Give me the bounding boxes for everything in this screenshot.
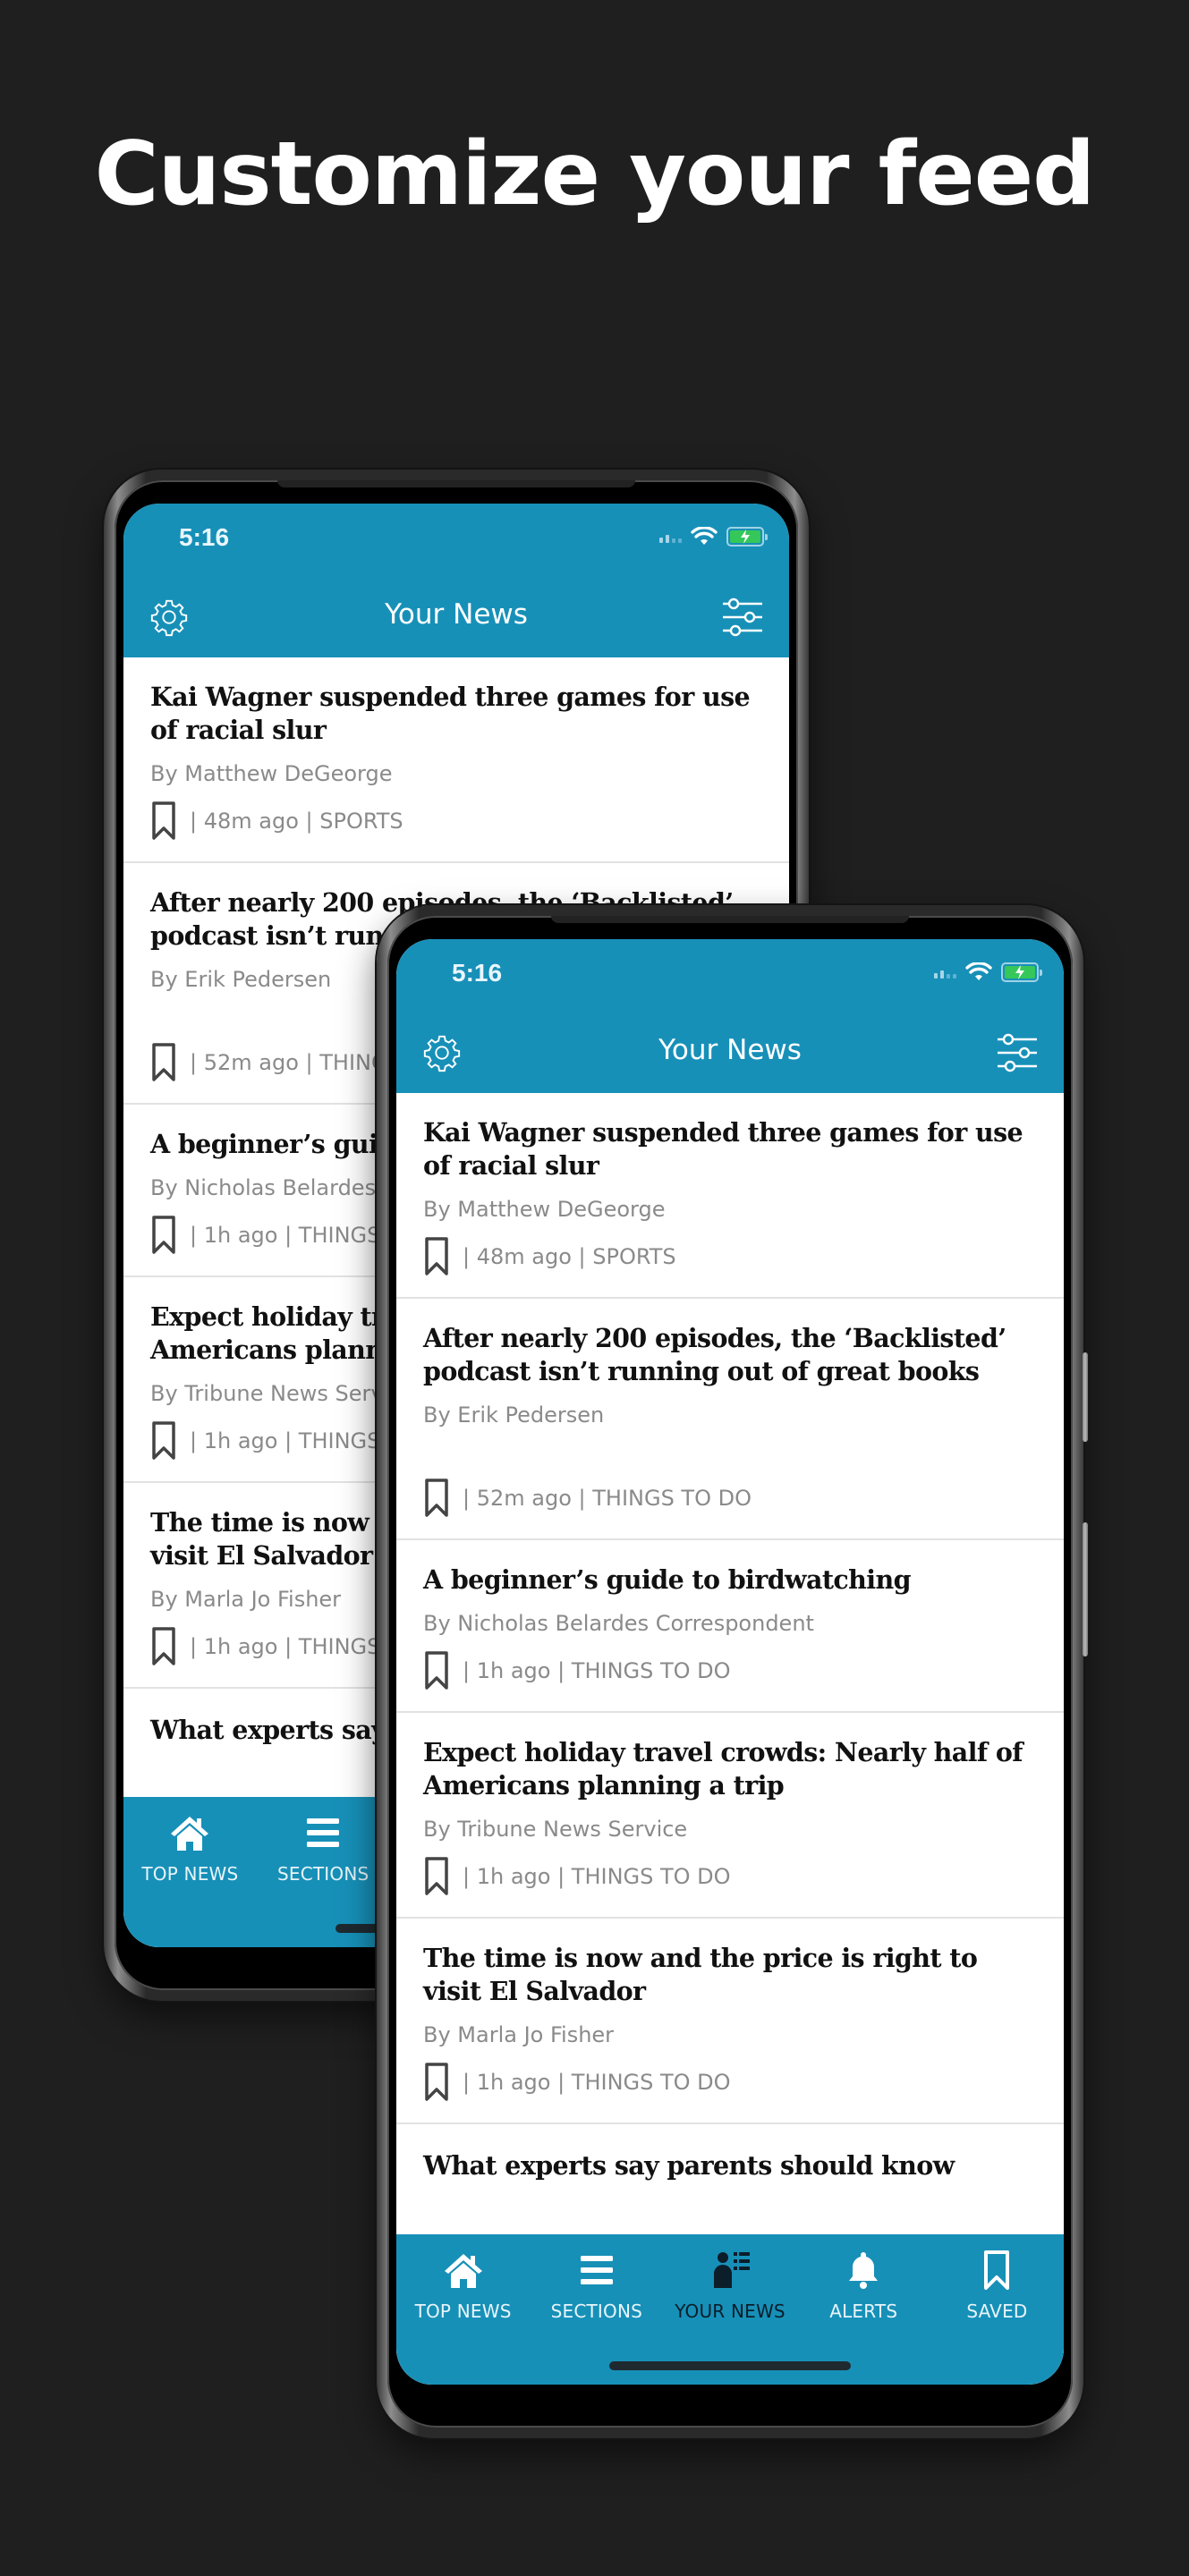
app-header: 5:16 Your News	[123, 504, 789, 657]
article-title[interactable]: Kai Wagner suspended three games for use…	[423, 1116, 1037, 1182]
tab-label: SECTIONS	[276, 1863, 369, 1885]
article-item[interactable]: After nearly 200 episodes, the ‘Backlist…	[396, 1299, 1064, 1540]
tab-label: SECTIONS	[550, 2301, 643, 2322]
nav-bar: Your News	[396, 1021, 1064, 1084]
bookmark-icon[interactable]	[423, 1650, 450, 1691]
tab-label: ALERTS	[829, 2301, 898, 2322]
article-time-section: | 48m ago | SPORTS	[463, 1244, 676, 1269]
header-title: Your News	[385, 598, 528, 631]
home-indicator	[609, 2361, 851, 2370]
tab-top-news[interactable]: TOP NEWS	[396, 2249, 530, 2322]
bookmark-icon[interactable]	[423, 1856, 450, 1897]
article-title[interactable]: What experts say parents should know	[423, 2149, 1037, 2182]
tab-label: TOP NEWS	[414, 2301, 512, 2322]
battery-charging-icon	[726, 527, 768, 547]
article-meta: | 1h ago | THINGS TO DO	[423, 1650, 1037, 1691]
article-meta: | 48m ago | SPORTS	[150, 801, 762, 842]
status-time: 5:16	[179, 523, 230, 551]
article-title[interactable]: The time is now and the price is right t…	[423, 1942, 1037, 2008]
battery-charging-icon	[1001, 962, 1042, 982]
article-byline: By Tribune News Service	[423, 1817, 688, 1842]
article-title[interactable]: Kai Wagner suspended three games for use…	[150, 681, 762, 747]
article-byline: By Matthew DeGeorge	[423, 1197, 666, 1222]
tab-label: YOUR NEWS	[675, 2301, 786, 2322]
app-header: 5:16 Your News	[396, 939, 1064, 1093]
article-time-section: | 1h ago | THINGS TO DO	[463, 1658, 731, 1683]
nav-bar: Your News	[123, 586, 789, 648]
header-title: Your News	[658, 1034, 802, 1066]
bookmark-icon[interactable]	[150, 801, 177, 842]
tab-top-news[interactable]: TOP NEWS	[123, 1811, 257, 1885]
article-item[interactable]: What experts say parents should know	[396, 2124, 1064, 2202]
power-button	[1083, 1522, 1088, 1657]
article-byline: By Erik Pedersen	[423, 1402, 605, 1428]
tab-label: SAVED	[966, 2301, 1028, 2322]
phone-mockup-front: 5:16 Your News Kai Wagner suspended thre…	[377, 905, 1088, 2438]
bell-icon	[849, 2252, 879, 2289]
article-item[interactable]: Kai Wagner suspended three games for use…	[123, 657, 789, 863]
article-item[interactable]: Expect holiday travel crowds: Nearly hal…	[396, 1713, 1064, 1919]
wifi-icon	[965, 962, 992, 980]
menu-icon	[307, 1818, 340, 1847]
bookmark-icon[interactable]	[150, 1626, 177, 1667]
status-icons	[934, 962, 1042, 982]
bookmark-icon[interactable]	[423, 2062, 450, 2103]
article-byline: By Matthew DeGeorge	[150, 761, 393, 786]
sliders-icon[interactable]	[721, 597, 764, 638]
home-icon	[444, 2254, 482, 2288]
article-meta: | 48m ago | SPORTS	[423, 1236, 1037, 1277]
cellular-signal-icon	[934, 966, 956, 979]
article-meta: | 52m ago | THINGS TO DO	[423, 1478, 1037, 1519]
article-meta: | 1h ago | THINGS TO DO	[423, 2062, 1037, 2103]
bookmark-icon[interactable]	[150, 1042, 177, 1083]
status-icons	[659, 527, 768, 547]
cellular-signal-icon	[659, 530, 682, 543]
tab-sections[interactable]: SECTIONS	[257, 1811, 390, 1885]
promo-headline: Customize your feed	[94, 123, 1096, 225]
article-time-section: | 1h ago | THINGS TO DO	[463, 2070, 731, 2095]
article-time-section: | 48m ago | SPORTS	[190, 809, 403, 834]
person-list-icon	[714, 2252, 750, 2288]
sliders-icon[interactable]	[996, 1032, 1039, 1073]
article-title[interactable]: After nearly 200 episodes, the ‘Backlist…	[423, 1322, 1037, 1388]
bookmark-icon[interactable]	[150, 1215, 177, 1256]
tab-label: TOP NEWS	[141, 1863, 239, 1885]
bookmark-icon	[984, 2250, 1010, 2290]
article-time-section: | 1h ago | THINGS TO DO	[463, 1864, 731, 1889]
phone-earpiece	[551, 916, 909, 923]
wifi-icon	[691, 527, 718, 545]
article-item[interactable]: A beginner’s guide to birdwatching By Ni…	[396, 1540, 1064, 1713]
menu-icon	[580, 2256, 613, 2284]
article-item[interactable]: The time is now and the price is right t…	[396, 1919, 1064, 2124]
volume-button	[1083, 1352, 1088, 1442]
article-byline: By Nicholas Belardes Correspondent	[423, 1611, 814, 1636]
phone-earpiece	[277, 480, 635, 487]
status-time: 5:16	[452, 959, 503, 987]
article-title[interactable]: Expect holiday travel crowds: Nearly hal…	[423, 1736, 1037, 1802]
article-item[interactable]: Kai Wagner suspended three games for use…	[396, 1093, 1064, 1299]
bookmark-icon[interactable]	[423, 1236, 450, 1277]
bottom-tab-bar: TOP NEWS SECTIONS YOUR NEWS ALERTS SAVED	[396, 2234, 1064, 2385]
app-screen: 5:16 Your News Kai Wagner suspended thre…	[396, 939, 1064, 2385]
article-time-section: | 52m ago | THINGS TO DO	[463, 1486, 752, 1511]
article-byline: By Marla Jo Fisher	[423, 2022, 615, 2047]
bookmark-icon[interactable]	[423, 1478, 450, 1519]
bookmark-icon[interactable]	[150, 1420, 177, 1462]
tab-sections[interactable]: SECTIONS	[530, 2249, 663, 2322]
news-feed: Kai Wagner suspended three games for use…	[396, 1093, 1064, 2385]
tab-saved[interactable]: SAVED	[930, 2249, 1064, 2322]
tab-alerts[interactable]: ALERTS	[797, 2249, 930, 2322]
article-meta: | 1h ago | THINGS TO DO	[423, 1856, 1037, 1897]
home-icon	[171, 1817, 209, 1851]
tab-your-news[interactable]: YOUR NEWS	[663, 2249, 796, 2322]
article-title[interactable]: A beginner’s guide to birdwatching	[423, 1563, 1037, 1597]
